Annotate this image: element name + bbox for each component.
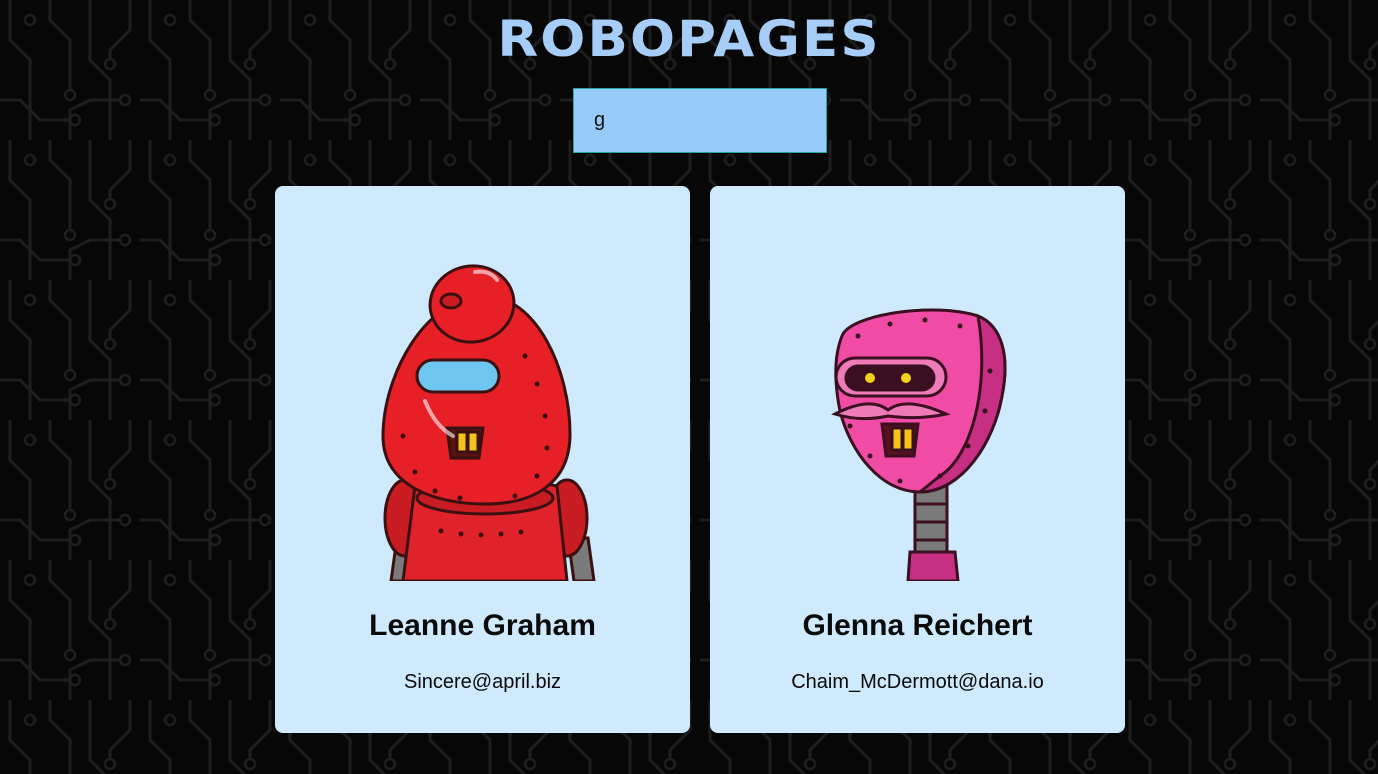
robot-card: Leanne Graham Sincere@april.biz xyxy=(275,186,690,733)
robot-email: Sincere@april.biz xyxy=(403,671,562,693)
robot-avatar-image xyxy=(831,308,1007,581)
search-input[interactable] xyxy=(573,88,827,153)
robot-name: Glenna Reichert xyxy=(802,609,1033,642)
robot-email: Chaim_McDermott@dana.io xyxy=(791,671,1044,693)
page-title: ROBOPAGES xyxy=(497,10,881,68)
robot-avatar-image xyxy=(381,264,596,581)
robot-name: Leanne Graham xyxy=(369,609,596,642)
robot-card: Glenna Reichert Chaim_McDermott@dana.io xyxy=(710,186,1125,733)
app-root: ROBOPAGES g Leanne Graham Sincere@april.… xyxy=(0,0,1378,774)
